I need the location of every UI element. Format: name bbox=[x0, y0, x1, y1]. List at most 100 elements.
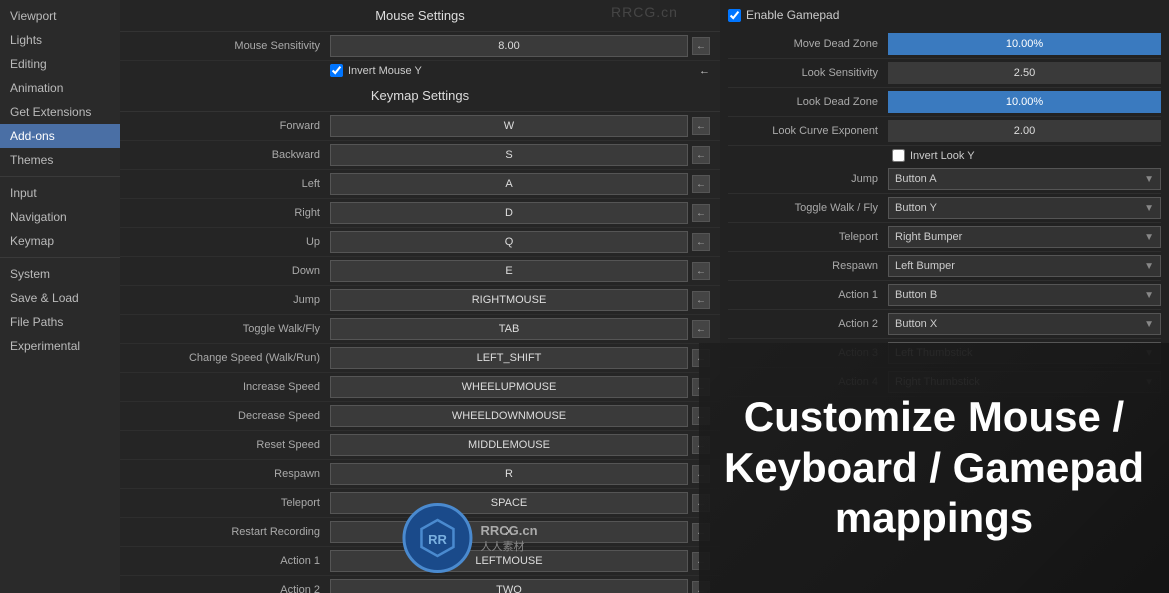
keymap-input-1[interactable] bbox=[330, 144, 688, 166]
keymap-input-5[interactable] bbox=[330, 260, 688, 282]
sidebar-item-system[interactable]: System bbox=[0, 262, 120, 286]
keymap-label-10: Decrease Speed bbox=[130, 410, 330, 422]
gamepad-select-row-0: Jump Button A ▼ bbox=[728, 165, 1161, 194]
mouse-sensitivity-reset[interactable]: ← bbox=[692, 37, 710, 55]
gamepad-select-arrow-0: ▼ bbox=[1144, 174, 1154, 185]
keymap-label-0: Forward bbox=[130, 120, 330, 132]
keymap-input-11[interactable] bbox=[330, 434, 688, 456]
keymap-input-15[interactable] bbox=[330, 550, 688, 572]
gamepad-select-value-0[interactable]: Button A ▼ bbox=[888, 168, 1161, 190]
gamepad-slider-label-0: Move Dead Zone bbox=[728, 38, 888, 50]
gamepad-select-label-5: Action 2 bbox=[728, 318, 888, 330]
sidebar-item-editing[interactable]: Editing bbox=[0, 52, 120, 76]
gamepad-select-label-2: Teleport bbox=[728, 231, 888, 243]
keymap-reset-0[interactable]: ← bbox=[692, 117, 710, 135]
gamepad-select-text-5: Button X bbox=[895, 318, 937, 330]
keymap-input-10[interactable] bbox=[330, 405, 688, 427]
gamepad-select-value-3[interactable]: Left Bumper ▼ bbox=[888, 255, 1161, 277]
keymap-label-2: Left bbox=[130, 178, 330, 190]
keymap-reset-7[interactable]: ← bbox=[692, 320, 710, 338]
gamepad-slider-value-0[interactable]: 10.00% bbox=[888, 33, 1161, 55]
gamepad-select-row-2: Teleport Right Bumper ▼ bbox=[728, 223, 1161, 252]
gamepad-select-label-0: Jump bbox=[728, 173, 888, 185]
sidebar-item-themes[interactable]: Themes bbox=[0, 148, 120, 172]
keymap-input-4[interactable] bbox=[330, 231, 688, 253]
keymap-label-7: Toggle Walk/Fly bbox=[130, 323, 330, 335]
gamepad-select-arrow-2: ▼ bbox=[1144, 232, 1154, 243]
keymap-input-0[interactable] bbox=[330, 115, 688, 137]
gamepad-select-value-2[interactable]: Right Bumper ▼ bbox=[888, 226, 1161, 248]
keymap-row-6: Jump ← bbox=[120, 286, 720, 315]
keymap-row-14: Restart Recording ← bbox=[120, 518, 720, 547]
keymap-reset-3[interactable]: ← bbox=[692, 204, 710, 222]
keymap-row-11: Reset Speed ← bbox=[120, 431, 720, 460]
gamepad-slider-row-1: Look Sensitivity 2.50 bbox=[728, 59, 1161, 88]
keymap-reset-5[interactable]: ← bbox=[692, 262, 710, 280]
keymap-input-14[interactable] bbox=[330, 521, 688, 543]
invert-look-y-checkbox[interactable] bbox=[892, 149, 905, 162]
keymap-reset-2[interactable]: ← bbox=[692, 175, 710, 193]
gamepad-select-value-1[interactable]: Button Y ▼ bbox=[888, 197, 1161, 219]
keymap-row-13: Teleport ← bbox=[120, 489, 720, 518]
keymap-rows: Forward ← Backward ← Left ← Right ← Up ←… bbox=[120, 112, 720, 593]
sidebar-item-input[interactable]: Input bbox=[0, 181, 120, 205]
sidebar: Viewport Lights Editing Animation Get Ex… bbox=[0, 0, 120, 593]
keymap-row-1: Backward ← bbox=[120, 141, 720, 170]
sidebar-item-viewport[interactable]: Viewport bbox=[0, 4, 120, 28]
keymap-row-8: Change Speed (Walk/Run) ← bbox=[120, 344, 720, 373]
left-panel: Mouse Settings Mouse Sensitivity ← Inver… bbox=[120, 0, 720, 593]
gamepad-slider-value-1[interactable]: 2.50 bbox=[888, 62, 1161, 84]
keymap-input-9[interactable] bbox=[330, 376, 688, 398]
keymap-label-12: Respawn bbox=[130, 468, 330, 480]
sidebar-divider-1 bbox=[0, 176, 120, 177]
sidebar-item-save-load[interactable]: Save & Load bbox=[0, 286, 120, 310]
keymap-reset-6[interactable]: ← bbox=[692, 291, 710, 309]
keymap-row-0: Forward ← bbox=[120, 112, 720, 141]
sidebar-item-add-ons[interactable]: Add-ons bbox=[0, 124, 120, 148]
keymap-label-8: Change Speed (Walk/Run) bbox=[130, 352, 330, 364]
gamepad-select-value-4[interactable]: Button B ▼ bbox=[888, 284, 1161, 306]
gamepad-select-arrow-1: ▼ bbox=[1144, 203, 1154, 214]
gamepad-select-row-1: Toggle Walk / Fly Button Y ▼ bbox=[728, 194, 1161, 223]
sidebar-item-get-extensions[interactable]: Get Extensions bbox=[0, 100, 120, 124]
keymap-input-6[interactable] bbox=[330, 289, 688, 311]
keymap-row-5: Down ← bbox=[120, 257, 720, 286]
gamepad-select-text-4: Button B bbox=[895, 289, 937, 301]
keymap-label-15: Action 1 bbox=[130, 555, 330, 567]
sidebar-item-experimental[interactable]: Experimental bbox=[0, 334, 120, 358]
keymap-input-3[interactable] bbox=[330, 202, 688, 224]
sidebar-item-file-paths[interactable]: File Paths bbox=[0, 310, 120, 334]
sidebar-item-animation[interactable]: Animation bbox=[0, 76, 120, 100]
keymap-reset-1[interactable]: ← bbox=[692, 146, 710, 164]
mouse-sensitivity-input[interactable] bbox=[330, 35, 688, 57]
keymap-input-2[interactable] bbox=[330, 173, 688, 195]
gamepad-slider-label-1: Look Sensitivity bbox=[728, 67, 888, 79]
gamepad-select-text-1: Button Y bbox=[895, 202, 937, 214]
keymap-label-14: Restart Recording bbox=[130, 526, 330, 538]
keymap-row-9: Increase Speed ← bbox=[120, 373, 720, 402]
gamepad-slider-row-3: Look Curve Exponent 2.00 bbox=[728, 117, 1161, 146]
invert-mouse-y-reset[interactable]: ← bbox=[699, 65, 710, 77]
sidebar-item-navigation[interactable]: Navigation bbox=[0, 205, 120, 229]
sidebar-item-lights[interactable]: Lights bbox=[0, 28, 120, 52]
keymap-input-8[interactable] bbox=[330, 347, 688, 369]
keymap-reset-4[interactable]: ← bbox=[692, 233, 710, 251]
keymap-label-16: Action 2 bbox=[130, 584, 330, 593]
sidebar-item-keymap[interactable]: Keymap bbox=[0, 229, 120, 253]
invert-mouse-y-checkbox[interactable] bbox=[330, 64, 343, 77]
gamepad-select-arrow-3: ▼ bbox=[1144, 261, 1154, 272]
gamepad-slider-row-2: Look Dead Zone 10.00% bbox=[728, 88, 1161, 117]
gamepad-slider-value-2[interactable]: 10.00% bbox=[888, 91, 1161, 113]
enable-gamepad-checkbox[interactable] bbox=[728, 9, 741, 22]
invert-look-y-row: Invert Look Y bbox=[728, 146, 1161, 165]
invert-mouse-y-label: Invert Mouse Y bbox=[348, 65, 422, 77]
keymap-input-13[interactable] bbox=[330, 492, 688, 514]
keymap-input-12[interactable] bbox=[330, 463, 688, 485]
gamepad-select-text-3: Left Bumper bbox=[895, 260, 955, 272]
keymap-label-6: Jump bbox=[130, 294, 330, 306]
keymap-input-16[interactable] bbox=[330, 579, 688, 593]
gamepad-slider-value-3[interactable]: 2.00 bbox=[888, 120, 1161, 142]
keymap-label-3: Right bbox=[130, 207, 330, 219]
gamepad-select-value-5[interactable]: Button X ▼ bbox=[888, 313, 1161, 335]
keymap-input-7[interactable] bbox=[330, 318, 688, 340]
